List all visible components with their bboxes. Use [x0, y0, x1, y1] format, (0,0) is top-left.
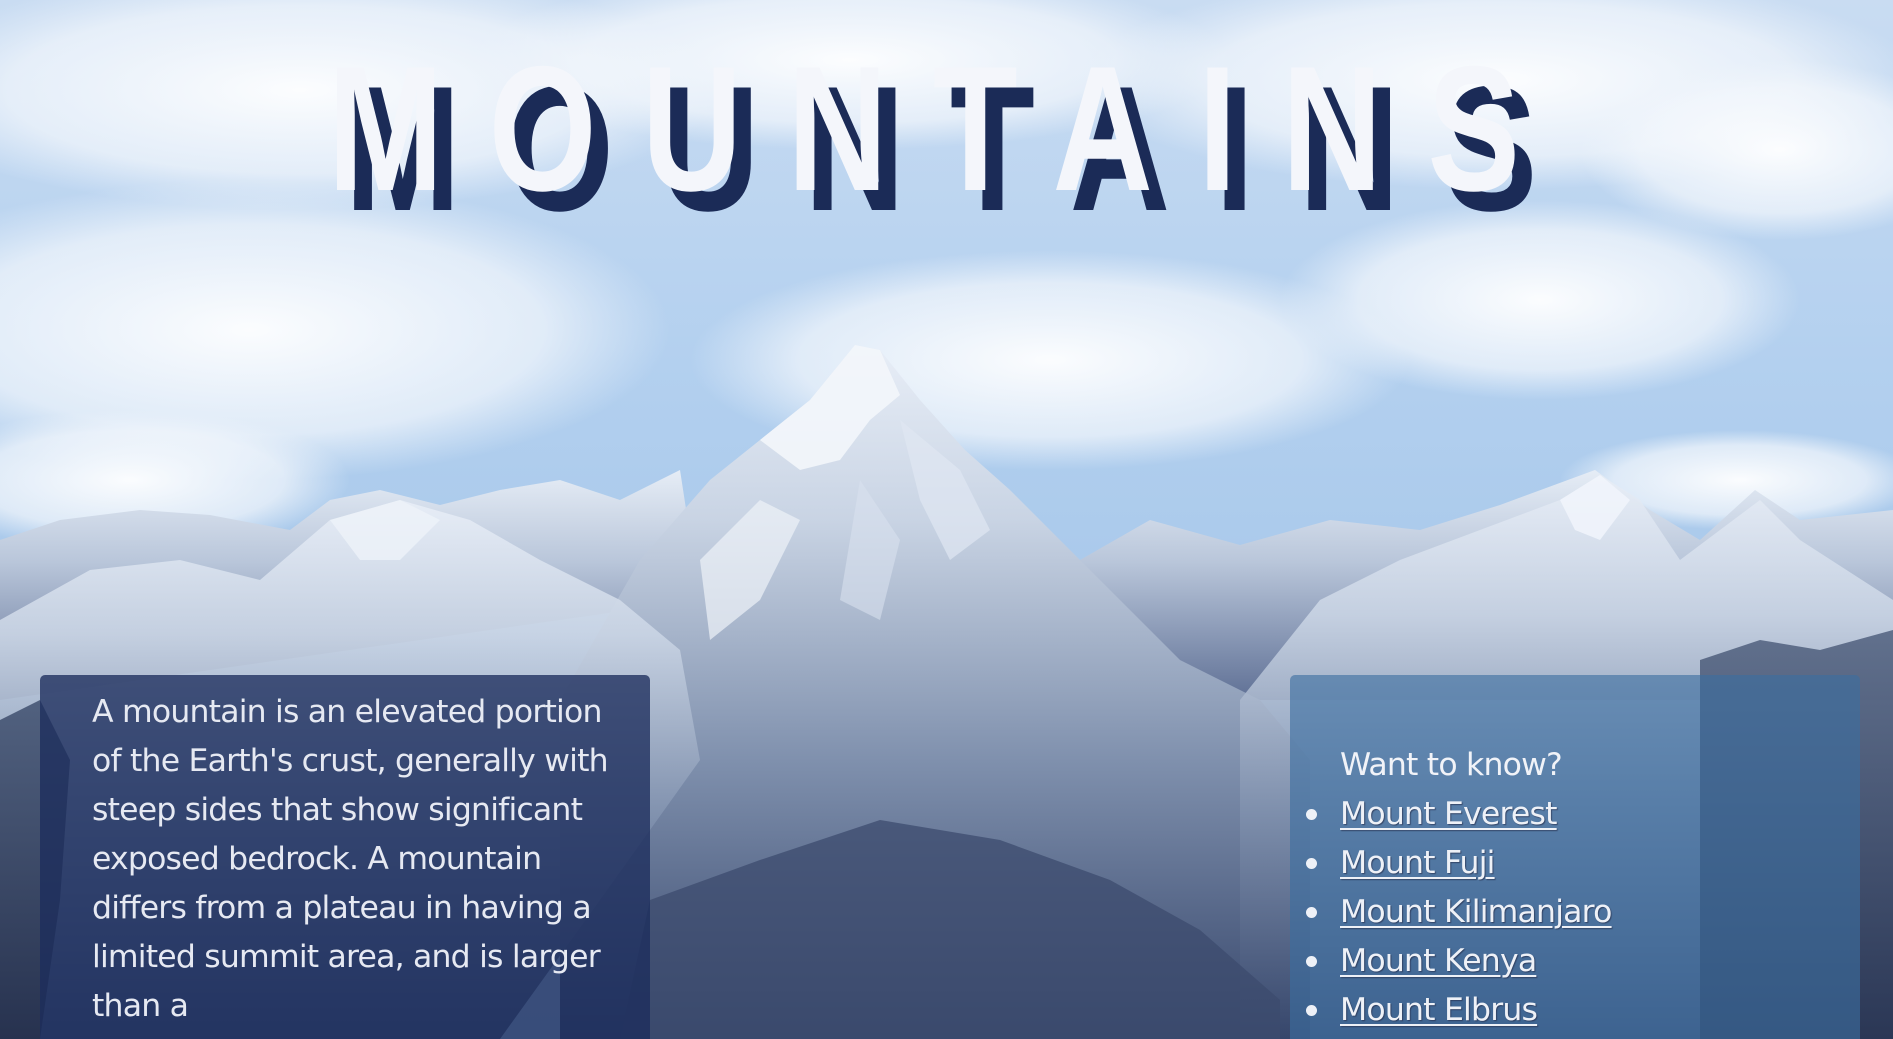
link-mount-fuji[interactable]: Mount Fuji — [1340, 845, 1495, 881]
link-mount-kilimanjaro[interactable]: Mount Kilimanjaro — [1340, 894, 1612, 930]
bullet-icon — [1306, 1005, 1317, 1016]
links-heading: Want to know? — [1340, 747, 1563, 783]
link-mount-kenya[interactable]: Mount Kenya — [1340, 943, 1537, 979]
bullet-icon — [1306, 809, 1317, 820]
bullet-icon — [1306, 907, 1317, 918]
list-item: Mount Fuji — [1306, 839, 1860, 888]
bullet-icon — [1306, 858, 1317, 869]
list-item: Mount Kenya — [1306, 937, 1860, 986]
intro-panel: A mountain is an elevated portion of the… — [40, 675, 650, 1039]
mountain-links-list: Mount Everest Mount Fuji Mount Kilimanja… — [1306, 790, 1860, 1035]
page-title: MOUNTAINS — [327, 29, 1566, 228]
list-item: Mount Kilimanjaro — [1306, 888, 1860, 937]
links-panel: Want to know? Mount Everest Mount Fuji M… — [1290, 675, 1860, 1039]
list-item: Mount Elbrus — [1306, 986, 1860, 1035]
link-mount-everest[interactable]: Mount Everest — [1340, 796, 1557, 832]
bullet-icon — [1306, 956, 1317, 967]
intro-text: A mountain is an elevated portion of the… — [92, 694, 609, 1024]
list-item: Mount Everest — [1306, 790, 1860, 839]
link-mount-elbrus[interactable]: Mount Elbrus — [1340, 992, 1538, 1028]
